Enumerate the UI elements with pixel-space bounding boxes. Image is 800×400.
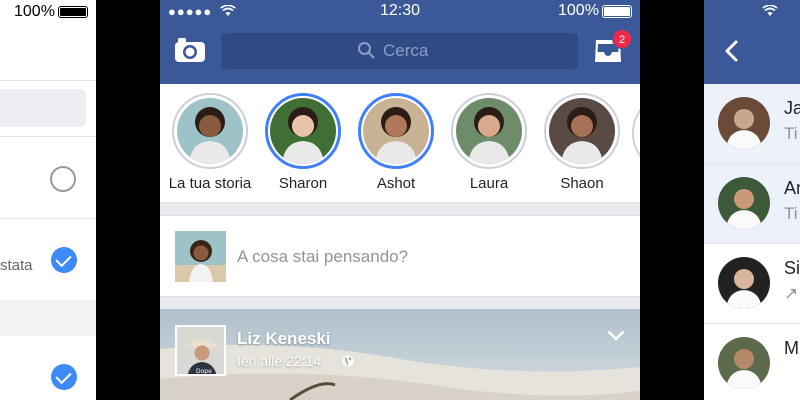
- story-item[interactable]: Sharon: [255, 93, 351, 192]
- contact-avatar: [718, 177, 770, 229]
- contact-subtitle: Ti: [784, 124, 798, 143]
- contact-avatar: [718, 337, 770, 389]
- globe-privacy-icon: [342, 355, 354, 367]
- contact-name: M: [784, 338, 799, 358]
- story-ring-partial[interactable]: [632, 93, 640, 173]
- composer-placeholder: A cosa stai pensando?: [237, 247, 409, 266]
- story-label: Ashot: [376, 175, 416, 192]
- contact-name: Ja: [784, 98, 800, 118]
- contact-avatar: [718, 97, 770, 149]
- checkmark-selected-icon[interactable]: [51, 364, 77, 390]
- option-label-fragment: stata: [0, 257, 33, 274]
- contact-row[interactable]: An Ti: [704, 164, 800, 244]
- notification-badge: 2: [612, 29, 632, 49]
- story-item[interactable]: La tua storia: [162, 93, 258, 192]
- story-avatar: [177, 98, 243, 164]
- screenshot-root: 100% stata ●●●●● 12:30 100% Cerca 2 La t…: [0, 0, 800, 400]
- news-feed-post[interactable]: Dope Liz Keneski Ieri alle 22:14: [160, 309, 640, 400]
- post-timestamp[interactable]: Ieri alle 22:14: [237, 353, 321, 369]
- right-navigation-bar: [704, 0, 800, 84]
- post-cover-photo: [160, 309, 640, 400]
- stories-tray: La tua storia Sharon Ashot Laura Shaon: [160, 84, 640, 203]
- story-ring: [544, 93, 620, 169]
- story-label: Shaon: [560, 175, 604, 192]
- battery-percent: 100%: [558, 2, 599, 19]
- user-avatar: [175, 231, 226, 282]
- contact-row[interactable]: M: [704, 324, 800, 400]
- story-avatar: [456, 98, 522, 164]
- top-navigation-bar: ●●●●● 12:30 100% Cerca 2: [160, 0, 640, 84]
- story-item[interactable]: Ashot: [348, 93, 444, 192]
- search-icon: [358, 42, 375, 59]
- story-label: Sharon: [278, 175, 328, 192]
- story-ring: [172, 93, 248, 169]
- divider: [0, 136, 96, 137]
- contact-row[interactable]: Si ↗: [704, 244, 800, 324]
- story-ring: [451, 93, 527, 169]
- right-phone-screen: Ja Ti An Ti Si ↗ M: [704, 0, 800, 400]
- divider: [0, 218, 96, 219]
- contact-name: Si: [784, 258, 800, 278]
- radio-unselected-icon[interactable]: [50, 166, 76, 192]
- story-item[interactable]: Shaon: [534, 93, 630, 192]
- story-avatar: [363, 98, 429, 164]
- section-separator: [0, 300, 96, 336]
- contact-avatar: [718, 257, 770, 309]
- contact-name: An: [784, 178, 800, 198]
- battery-icon: [58, 6, 88, 18]
- divider: [0, 80, 96, 81]
- wifi-icon: [762, 5, 778, 16]
- story-ring: [358, 93, 434, 169]
- contact-row[interactable]: Ja Ti: [704, 84, 800, 164]
- story-avatar: [549, 98, 615, 164]
- post-author-avatar[interactable]: Dope: [175, 325, 226, 376]
- story-ring: [265, 93, 341, 169]
- checkmark-selected-icon[interactable]: [51, 247, 77, 273]
- back-arrow-icon[interactable]: [724, 40, 738, 62]
- story-avatar: [270, 98, 336, 164]
- story-label: Laura: [469, 175, 509, 192]
- post-author-name[interactable]: Liz Keneski: [237, 329, 331, 349]
- status-composer[interactable]: A cosa stai pensando?: [160, 215, 640, 297]
- camera-icon[interactable]: [174, 37, 206, 63]
- story-label: La tua storia: [168, 175, 252, 192]
- battery-icon: [602, 5, 632, 18]
- story-item[interactable]: Laura: [441, 93, 537, 192]
- chevron-down-icon[interactable]: [608, 331, 624, 341]
- contact-subtitle: Ti: [784, 204, 798, 223]
- left-status-bar: 100%: [0, 0, 96, 24]
- svg-text:Dope: Dope: [196, 368, 212, 375]
- center-phone-screen: ●●●●● 12:30 100% Cerca 2 La tua storia S…: [160, 0, 640, 400]
- left-search-field[interactable]: [0, 89, 86, 127]
- contact-subtitle: ↗: [784, 284, 799, 303]
- left-battery-percent: 100%: [14, 3, 55, 20]
- search-placeholder: Cerca: [383, 41, 429, 60]
- left-phone-screen: 100% stata: [0, 0, 96, 400]
- search-input[interactable]: Cerca: [221, 33, 578, 69]
